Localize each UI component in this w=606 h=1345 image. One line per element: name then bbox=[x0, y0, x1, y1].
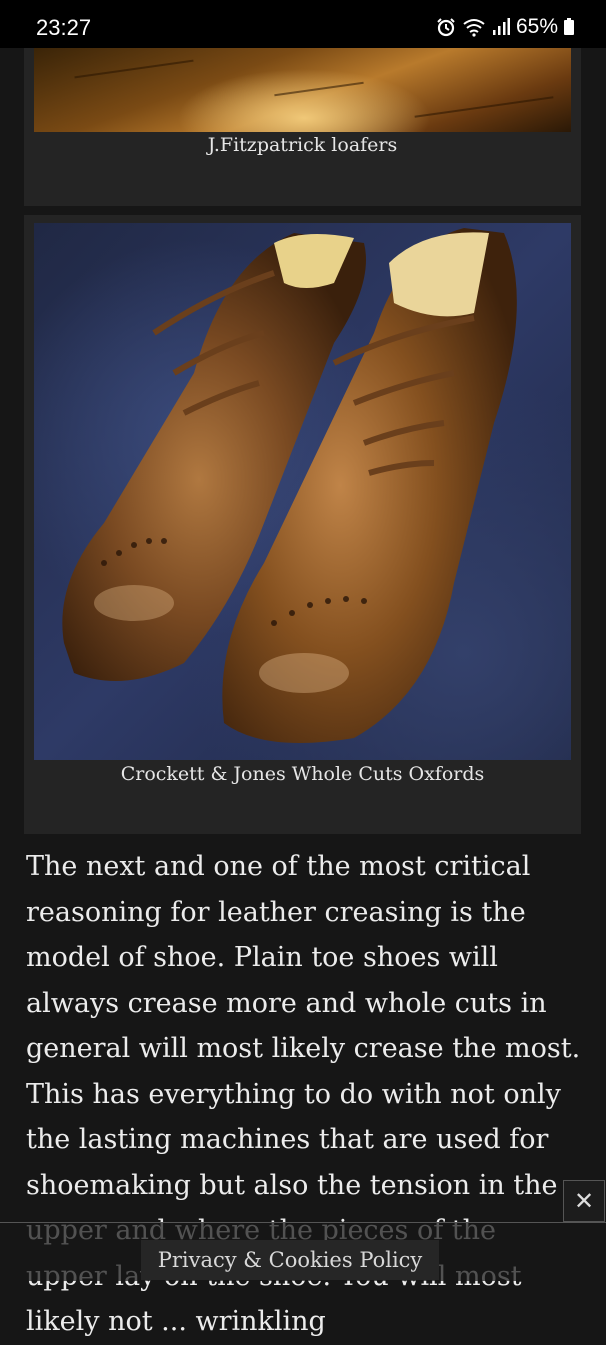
figure-card: Crockett & Jones Whole Cuts Oxfords bbox=[24, 215, 581, 834]
signal-icon bbox=[492, 18, 510, 35]
oxford-shoes-photo bbox=[34, 223, 571, 760]
battery-icon bbox=[564, 18, 574, 36]
privacy-cookies-policy-link[interactable]: Privacy & Cookies Policy bbox=[141, 1240, 439, 1280]
battery-level: 65% bbox=[515, 15, 558, 38]
alarm-icon bbox=[437, 18, 455, 37]
figure-caption: Crockett & Jones Whole Cuts Oxfords bbox=[120, 763, 485, 785]
figure-caption: J.Fitzpatrick loafers bbox=[207, 134, 398, 156]
figure-card: J.Fitzpatrick loafers bbox=[24, 48, 581, 206]
status-time: 23:27 bbox=[36, 15, 92, 40]
status-bar: 23:27 65% bbox=[0, 0, 606, 48]
loafers-photo bbox=[34, 48, 571, 132]
wifi-icon bbox=[463, 19, 485, 37]
close-banner-button[interactable]: ✕ bbox=[563, 1180, 605, 1222]
status-icons: 65% bbox=[436, 15, 574, 39]
